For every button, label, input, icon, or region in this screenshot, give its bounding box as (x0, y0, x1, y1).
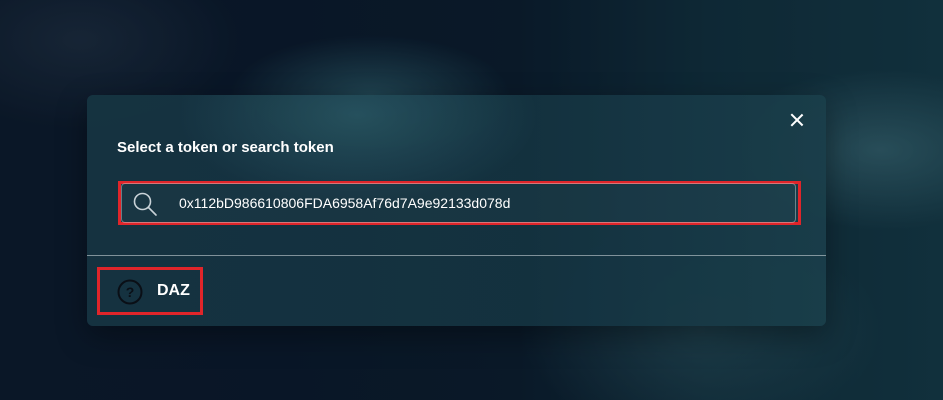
search-icon (133, 192, 157, 216)
token-list-item-daz[interactable]: ? DAZ (97, 267, 203, 315)
search-field[interactable] (121, 183, 796, 223)
search-input[interactable] (179, 184, 779, 222)
question-mark-icon: ? (117, 279, 143, 305)
modal-title: Select a token or search token (117, 139, 334, 156)
token-select-modal: Select a token or search token ? DAZ (87, 95, 826, 326)
close-icon[interactable] (788, 111, 806, 129)
divider (87, 255, 826, 256)
token-symbol: DAZ (157, 282, 190, 299)
svg-text:?: ? (126, 284, 135, 300)
